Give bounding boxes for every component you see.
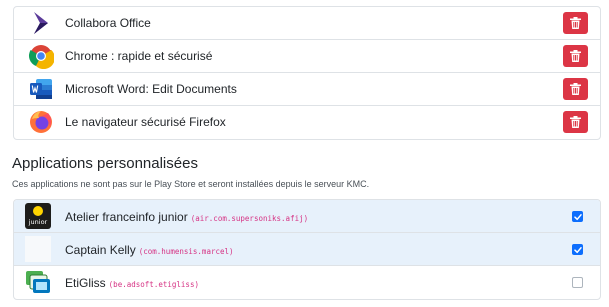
app-name: Microsoft Word: Edit Documents: [65, 82, 237, 96]
list-item: Chrome : rapide et sécurisé: [14, 40, 600, 73]
list-item: Le navigateur sécurisé Firefox: [14, 106, 600, 139]
etigliss-icon: [25, 269, 51, 295]
app-name: Collabora Office: [65, 16, 151, 30]
app-name: Captain Kelly: [65, 243, 136, 257]
section-title: Applications personnalisées: [12, 155, 198, 172]
list-item[interactable]: EtiGliss (be.adsoft.etigliss): [14, 266, 600, 299]
list-item[interactable]: junior Atelier franceinfo junior (air.com…: [14, 200, 600, 233]
package-id: (be.adsoft.etigliss): [108, 280, 199, 289]
chrome-icon: [28, 43, 54, 69]
store-app-list: Collabora Office Chrome : rapide et sécu…: [13, 6, 601, 140]
section-description: Ces applications ne sont pas sur le Play…: [12, 179, 370, 189]
trash-icon: [570, 116, 581, 128]
trash-icon: [570, 50, 581, 62]
trash-icon: [570, 17, 581, 29]
list-item[interactable]: Captain Kelly (com.humensis.marcel): [14, 233, 600, 266]
custom-app-list: junior Atelier franceinfo junior (air.com…: [13, 199, 601, 300]
package-id: (com.humensis.marcel): [138, 247, 234, 256]
install-checkbox[interactable]: [572, 277, 583, 288]
app-name: EtiGliss: [65, 276, 106, 290]
delete-button[interactable]: [563, 78, 588, 100]
trash-icon: [570, 83, 581, 95]
app-name: Chrome : rapide et sécurisé: [65, 49, 213, 63]
list-item: Microsoft Word: Edit Documents: [14, 73, 600, 106]
svg-text:junior: junior: [28, 218, 48, 226]
blank-app-icon: [25, 236, 51, 262]
checkmark-icon: [573, 213, 582, 220]
app-name: Le navigateur sécurisé Firefox: [65, 115, 226, 129]
firefox-icon: [28, 109, 54, 135]
list-item: Collabora Office: [14, 7, 600, 40]
package-id: (air.com.supersoniks.afij): [190, 214, 309, 223]
app-name: Atelier franceinfo junior: [65, 210, 188, 224]
install-checkbox[interactable]: [572, 211, 583, 222]
delete-button[interactable]: [563, 12, 588, 34]
install-checkbox[interactable]: [572, 244, 583, 255]
microsoft-word-icon: [28, 76, 54, 102]
delete-button[interactable]: [563, 45, 588, 67]
delete-button[interactable]: [563, 111, 588, 133]
checkmark-icon: [573, 246, 582, 253]
collabora-office-icon: [28, 10, 54, 36]
franceinfo-junior-icon: junior: [25, 203, 51, 229]
